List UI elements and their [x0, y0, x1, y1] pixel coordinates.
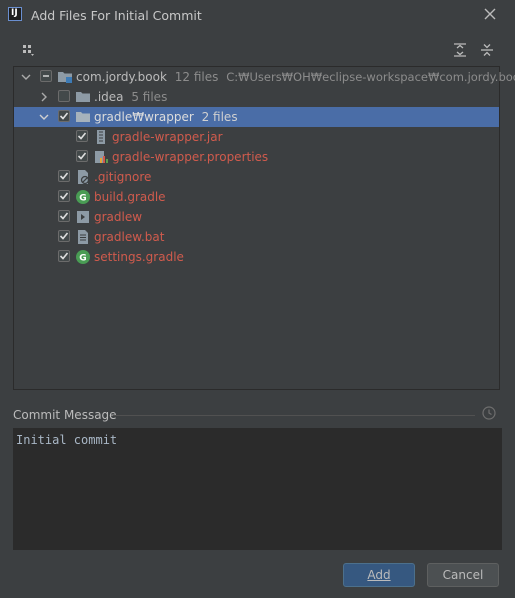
file-name: settings.gradle	[94, 250, 184, 264]
commit-message-input[interactable]: Initial commit	[13, 428, 502, 550]
tree-row-build-gradle[interactable]: G build.gradle	[14, 187, 499, 207]
tree-row-gradle-wrapper-properties[interactable]: gradle-wrapper.properties	[14, 147, 499, 167]
add-button[interactable]: Add	[343, 563, 415, 587]
checkbox-checked[interactable]	[76, 150, 88, 162]
file-tree[interactable]: com.jordy.book 12 files C:₩Users₩OH₩ecli…	[13, 66, 515, 390]
checkbox-checked[interactable]	[58, 190, 70, 202]
tree-row-gradle-wrapper[interactable]: gradle₩wrapper 2 files	[14, 107, 499, 127]
checkbox-checked[interactable]	[58, 250, 70, 262]
chevron-down-icon[interactable]	[20, 71, 32, 83]
close-icon[interactable]	[482, 6, 498, 22]
checkbox-checked[interactable]	[58, 110, 70, 122]
root-name: com.jordy.book	[76, 70, 167, 84]
file-name: gradle-wrapper.properties	[112, 150, 269, 164]
intellij-app-icon: IJ	[8, 7, 22, 21]
tree-row-settings-gradle[interactable]: G settings.gradle	[14, 247, 499, 267]
svg-text:G: G	[79, 254, 86, 264]
checkbox-unchecked[interactable]	[58, 90, 70, 102]
add-button-label: Add	[367, 568, 391, 582]
tree-row-root[interactable]: com.jordy.book 12 files C:₩Users₩OH₩ecli…	[14, 67, 515, 87]
checkbox-partial[interactable]	[40, 70, 52, 82]
tree-row-gitignore[interactable]: .gitignore	[14, 167, 499, 187]
expand-all-icon[interactable]	[452, 42, 468, 58]
checkbox-checked[interactable]	[58, 170, 70, 182]
gradle-file-icon: G	[76, 190, 90, 204]
title-bar: IJ Add Files For Initial Commit	[0, 0, 515, 30]
properties-file-icon	[95, 151, 108, 163]
tree-row-gradlew-bat[interactable]: gradlew.bat	[14, 227, 499, 247]
text-file-icon	[78, 230, 88, 244]
chevron-right-icon[interactable]	[38, 91, 50, 103]
section-divider	[113, 415, 475, 416]
commit-message-label: Commit Message	[13, 408, 117, 422]
shell-script-icon	[77, 211, 89, 223]
folder-file-count: 5 files	[131, 90, 168, 104]
folder-icon	[76, 112, 90, 122]
svg-text:G: G	[79, 194, 86, 204]
gradle-file-icon: G	[76, 250, 90, 264]
file-name: gradlew.bat	[94, 230, 165, 244]
history-clock-icon[interactable]	[482, 406, 496, 420]
folder-icon	[76, 92, 90, 102]
group-by-icon[interactable]	[20, 42, 36, 58]
file-name: gradlew	[94, 210, 143, 224]
jar-file-icon	[97, 130, 105, 144]
module-folder-icon	[58, 72, 72, 83]
collapse-all-icon[interactable]	[479, 42, 495, 58]
file-name: build.gradle	[94, 190, 166, 204]
tree-row-gradle-wrapper-jar[interactable]: gradle-wrapper.jar	[14, 127, 499, 147]
tree-row-idea[interactable]: .idea 5 files	[14, 87, 499, 107]
checkbox-checked[interactable]	[58, 230, 70, 242]
chevron-down-icon[interactable]	[38, 111, 50, 123]
folder-file-count: 2 files	[201, 110, 238, 124]
root-file-count: 12 files	[174, 70, 219, 84]
checkbox-checked[interactable]	[58, 210, 70, 222]
root-path: C:₩Users₩OH₩eclipse-workspace₩com.jordy.…	[226, 70, 515, 84]
tree-row-gradlew[interactable]: gradlew	[14, 207, 499, 227]
ignore-file-icon	[78, 170, 90, 185]
cancel-button[interactable]: Cancel	[427, 563, 499, 587]
folder-name: gradle₩wrapper	[94, 110, 194, 124]
tree-toolbar	[0, 38, 515, 62]
folder-name: .idea	[94, 90, 124, 104]
file-name: gradle-wrapper.jar	[112, 130, 223, 144]
dialog-title: Add Files For Initial Commit	[31, 8, 202, 23]
checkbox-checked[interactable]	[76, 130, 88, 142]
file-name: .gitignore	[94, 170, 152, 184]
